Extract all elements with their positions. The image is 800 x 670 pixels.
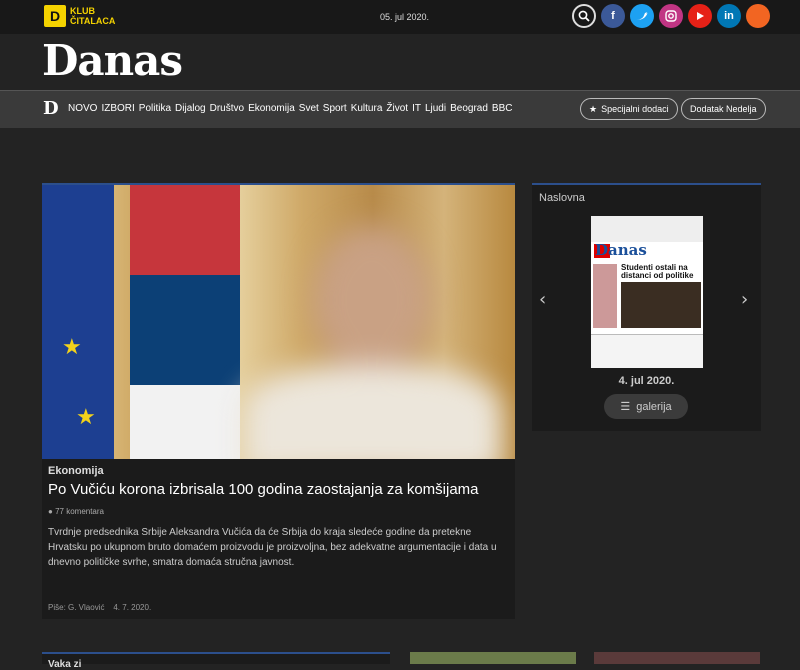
gallery-button[interactable]: ☰ galerija [604,394,688,419]
cover-bottom [591,334,703,368]
top-date: 05. jul 2020. [380,12,430,22]
site-logo[interactable]: Danas [42,36,183,85]
club-logo: D [44,5,66,27]
list-icon: ☰ [620,401,631,413]
main-nav: D NOVO IZBORI Politika Dijalog Društvo E… [0,90,800,128]
nav-item-svet[interactable]: Svet [299,103,319,114]
nav-item-dijalog[interactable]: Dijalog [175,103,206,114]
nav-home-logo[interactable]: D [43,98,59,119]
article-comments[interactable]: ● 77 komentara [48,507,104,516]
nav-item-kultura[interactable]: Kultura [351,103,383,114]
club-label: KLUB ČITALACA [70,6,115,26]
serbian-flag-white [130,385,240,459]
nav-item-novo[interactable]: NOVO [68,103,97,114]
header: Danas [0,34,800,90]
newspaper-cover[interactable]: Danas Studenti ostali na distanci od pol… [591,216,703,368]
nav-item-zivot[interactable]: Život [386,103,408,114]
blurred-head [312,225,432,375]
nav-item-politika[interactable]: Politika [139,103,171,114]
byline-author: Piše: G. Vlaović [48,603,105,612]
article-lead: Tvrdnje predsednika Srbije Aleksandra Vu… [48,527,497,568]
youtube-icon[interactable] [688,4,712,28]
bottom-card-3[interactable] [594,652,760,664]
nedelja-supplement-label: Dodatak Nedelja [690,104,757,114]
chevron-left-icon[interactable]: ‹ [539,289,546,310]
nav-item-ekonomija[interactable]: Ekonomija [248,103,295,114]
comments-count: 77 komentara [55,507,104,516]
facebook-icon[interactable]: f [601,4,625,28]
chevron-right-icon[interactable]: › [741,289,748,310]
nav-item-beograd[interactable]: Beograd [450,103,488,114]
cover-top-strip [591,216,703,242]
nedelja-supplement-button[interactable]: Dodatak Nedelja [681,98,766,120]
nav-item-izbori[interactable]: IZBORI [101,103,134,114]
club-citalaca-link[interactable]: D KLUB ČITALACA [44,5,115,27]
nav-item-bbc[interactable]: BBC [492,103,513,114]
article-category[interactable]: Ekonomija [48,465,104,477]
byline-date: 4. 7. 2020. [113,603,152,612]
top-bar: D KLUB ČITALACA 05. jul 2020. f in [0,0,800,34]
club-label-line1: KLUB [70,6,95,16]
blurred-body [242,365,502,459]
nav-item-ljudi[interactable]: Ljudi [425,103,446,114]
serbian-flag-red [130,185,240,275]
article-byline: Piše: G. Vlaović 4. 7. 2020. [48,603,151,612]
cover-date: 4. jul 2020. [618,375,675,387]
bottom-card-1-title: Vaka zi [48,659,82,670]
widget-title: Naslovna [539,192,585,204]
comment-icon: ● [48,507,53,516]
bottom-card-2[interactable] [410,652,576,664]
social-links: f in [572,4,770,28]
bottom-card-1[interactable]: Vaka zi [42,652,390,670]
nav-items: NOVO IZBORI Politika Dijalog Društvo Eko… [68,103,512,114]
special-supplements-button[interactable]: ★ Specijalni dodaci [580,98,678,120]
serbian-flag-blue [130,275,240,385]
article-photo[interactable]: ★ ★ [42,185,515,459]
featured-article[interactable]: ★ ★ Ekonomija Po Vučiću korona izbrisala… [42,183,515,619]
rss-icon[interactable] [746,4,770,28]
search-icon[interactable] [572,4,596,28]
eu-star-icon: ★ [76,405,96,430]
cover-logo: Danas [595,241,647,259]
nav-item-it[interactable]: IT [412,103,421,114]
cover-headline: Studenti ostali na distanci od politike [621,263,694,280]
star-icon: ★ [589,103,598,114]
cover-photo [621,282,701,328]
cover-side-photo [593,264,617,328]
nav-item-sport[interactable]: Sport [323,103,347,114]
eu-star-icon: ★ [62,335,82,360]
article-title[interactable]: Po Vučiću korona izbrisala 100 godina za… [48,481,479,498]
instagram-icon[interactable] [659,4,683,28]
club-label-line2: ČITALACA [70,16,116,26]
nav-item-drustvo[interactable]: Društvo [210,103,244,114]
linkedin-icon[interactable]: in [717,4,741,28]
front-page-widget: Naslovna ‹ › Danas Studenti ostali na di… [532,183,761,431]
blurred-person [242,215,502,459]
special-supplements-label: Specijalni dodaci [601,104,669,114]
gallery-label: galerija [636,400,672,413]
twitter-icon[interactable] [630,4,654,28]
